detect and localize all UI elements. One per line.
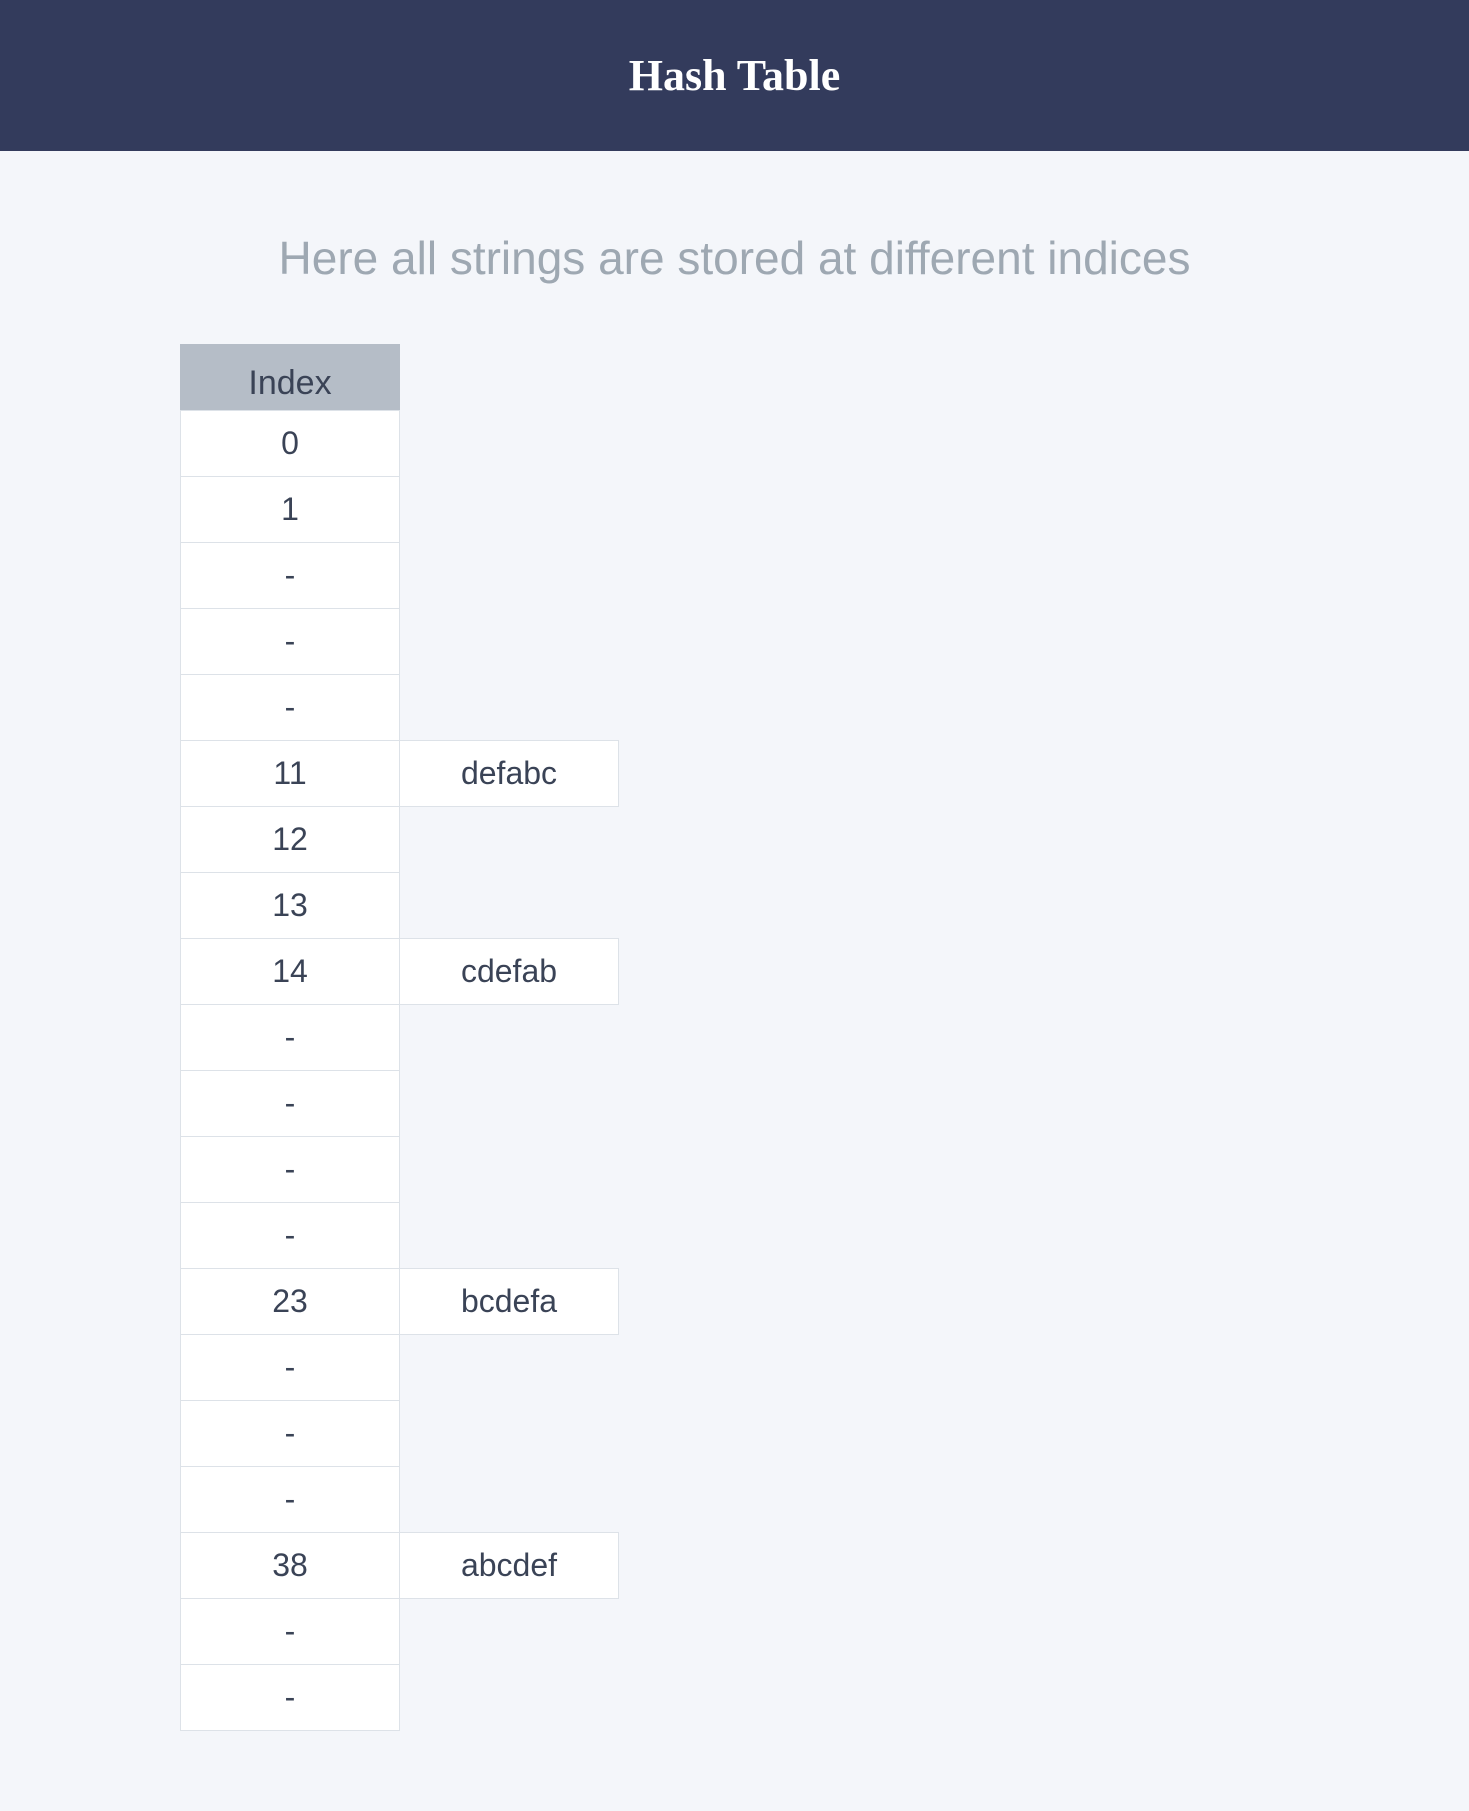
index-cell: - (180, 1136, 400, 1203)
subtitle: Here all strings are stored at different… (180, 231, 1289, 285)
table-row: - (180, 1137, 1289, 1203)
page-header: Hash Table (0, 0, 1469, 151)
index-cell: - (180, 1334, 400, 1401)
table-row: 14cdefab (180, 939, 1289, 1005)
value-cell: defabc (399, 740, 619, 807)
table-row: - (180, 1203, 1289, 1269)
table-row: - (180, 1599, 1289, 1665)
table-row: - (180, 1401, 1289, 1467)
table-row: 23bcdefa (180, 1269, 1289, 1335)
content-area: Here all strings are stored at different… (0, 151, 1469, 1811)
table-row: - (180, 1335, 1289, 1401)
table-row: 11defabc (180, 741, 1289, 807)
table-row: - (180, 1467, 1289, 1533)
table-row: 13 (180, 873, 1289, 939)
table-row: - (180, 543, 1289, 609)
index-cell: - (180, 674, 400, 741)
table-row: - (180, 675, 1289, 741)
index-cell: - (180, 1466, 400, 1533)
table-row: - (180, 609, 1289, 675)
index-cell: 12 (180, 806, 400, 873)
index-cell: 11 (180, 740, 400, 807)
table-header-row: Index (180, 345, 1289, 411)
index-cell: 1 (180, 476, 400, 543)
index-cell: - (180, 1664, 400, 1731)
index-cell: 23 (180, 1268, 400, 1335)
index-cell: - (180, 608, 400, 675)
value-cell: cdefab (399, 938, 619, 1005)
value-cell: bcdefa (399, 1268, 619, 1335)
index-cell: - (180, 1202, 400, 1269)
index-cell: - (180, 1400, 400, 1467)
index-cell: 14 (180, 938, 400, 1005)
index-cell: 13 (180, 872, 400, 939)
table-row: 38abcdef (180, 1533, 1289, 1599)
hash-table: Index 01---11defabc121314cdefab----23bcd… (180, 345, 1289, 1731)
table-row: - (180, 1665, 1289, 1731)
table-row: - (180, 1071, 1289, 1137)
value-cell: abcdef (399, 1532, 619, 1599)
index-cell: 38 (180, 1532, 400, 1599)
table-row: 12 (180, 807, 1289, 873)
index-cell: 0 (180, 410, 400, 477)
table-row: 0 (180, 411, 1289, 477)
index-cell: - (180, 1070, 400, 1137)
table-row: 1 (180, 477, 1289, 543)
index-cell: - (180, 1598, 400, 1665)
index-cell: - (180, 542, 400, 609)
index-cell: - (180, 1004, 400, 1071)
page-title: Hash Table (0, 50, 1469, 101)
table-row: - (180, 1005, 1289, 1071)
